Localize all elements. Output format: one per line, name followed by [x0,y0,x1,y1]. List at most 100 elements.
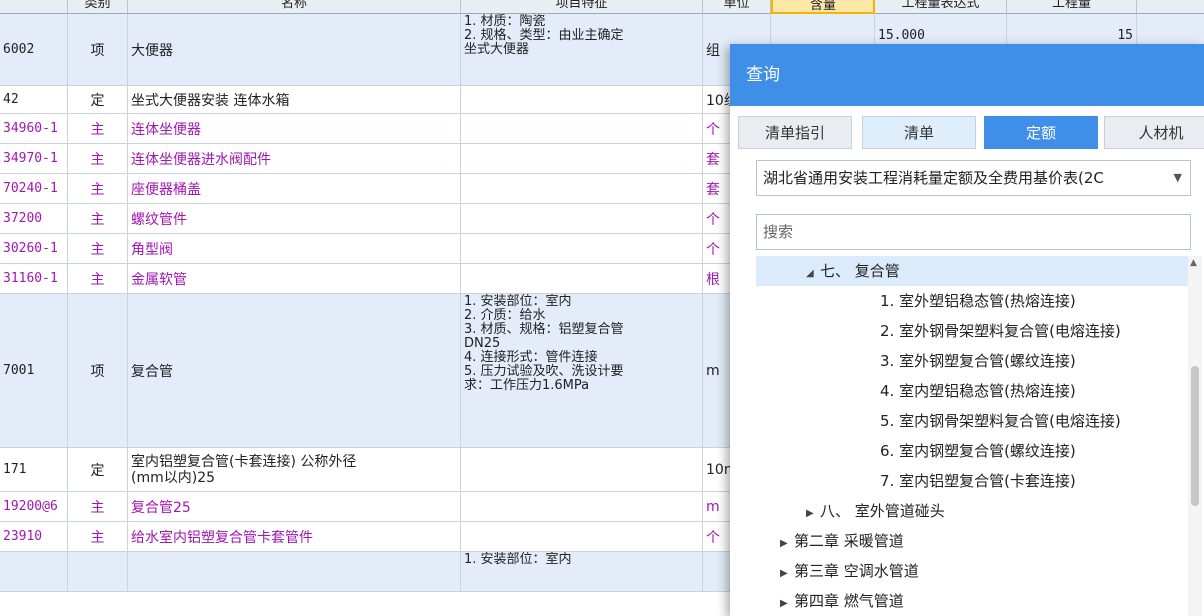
cell-feature[interactable] [461,264,703,293]
cell-type[interactable]: 主 [68,522,128,551]
tree-node-label: 八、 室外管道碰头 [820,502,945,520]
cell-name[interactable]: 复合管25 [128,492,461,521]
cell-name[interactable]: 连体坐便器 [128,114,461,143]
tree-node[interactable]: 3. 室外钢塑复合管(螺纹连接) [756,346,1191,376]
tree-node-label: 3. 室外钢塑复合管(螺纹连接) [880,352,1076,370]
tree-node-label: 6. 室内钢塑复合管(螺纹连接) [880,442,1076,460]
cell-name[interactable]: 连体坐便器进水阀配件 [128,144,461,173]
quota-tree: ◢ 七、 复合管 1. 室外塑铝稳态管(热熔连接) 2. 室外钢骨架塑料复合管(电熔连… [756,256,1191,616]
header-features[interactable]: 项目特征 [461,0,703,14]
cell-code[interactable]: 23910 [0,522,68,551]
query-dialog[interactable]: 查询 清单指引 清单 定额 人材机 湖北省通用安装工程消耗量定额及全费用基价表(… [730,44,1204,616]
cell-type[interactable]: 项 [68,294,128,447]
chevron-down-icon[interactable]: ▼ [1174,161,1182,195]
cell-feature[interactable] [461,174,703,203]
cell-type[interactable]: 主 [68,264,128,293]
tree-node[interactable]: ▶ 第三章 空调水管道 [756,556,1191,586]
cell-code[interactable]: 30260-1 [0,234,68,263]
cell-feature[interactable]: 1. 安装部位：室内 [461,552,703,591]
cell-name[interactable]: 螺纹管件 [128,204,461,233]
search-input[interactable]: 搜索 [756,214,1191,250]
cell-type[interactable]: 主 [68,174,128,203]
caret-collapsed-icon[interactable]: ▶ [806,499,820,529]
cell-feature[interactable] [461,204,703,233]
caret-expanded-icon[interactable]: ◢ [806,259,820,289]
cell-name[interactable]: 坐式大便器安装 连体水箱 [128,86,461,113]
cell-type[interactable]: 主 [68,204,128,233]
cell-code[interactable]: 34970-1 [0,144,68,173]
cell-type[interactable]: 定 [68,448,128,491]
tree-node[interactable]: 7. 室内铝塑复合管(卡套连接) [756,466,1191,496]
tab-list-guide[interactable]: 清单指引 [738,116,852,149]
scroll-thumb[interactable] [1191,366,1199,506]
tree-scrollbar[interactable]: ▲ [1188,256,1202,616]
tree-node-label: 第四章 燃气管道 [794,592,904,610]
tree-node-label: 1. 室外塑铝稳态管(热熔连接) [880,292,1076,310]
cell-name[interactable] [128,552,461,591]
cell-feature[interactable] [461,492,703,521]
header-eng-qty[interactable]: 工程量 [1007,0,1137,14]
cell-code[interactable]: 171 [0,448,68,491]
cell-name[interactable]: 复合管 [128,294,461,447]
tree-node[interactable]: 2. 室外钢骨架塑料复合管(电熔连接) [756,316,1191,346]
header-eng-expr[interactable]: 工程量表达式 [875,0,1007,14]
cell-type[interactable]: 主 [68,492,128,521]
cell-feature[interactable] [461,448,703,491]
cell-type[interactable]: 主 [68,234,128,263]
tree-node[interactable]: 5. 室内钢骨架塑料复合管(电熔连接) [756,406,1191,436]
cell-name[interactable]: 角型阀 [128,234,461,263]
cell-name[interactable]: 大便器 [128,14,461,85]
header-unit[interactable]: 单位 [703,0,771,14]
quota-library-select[interactable]: 湖北省通用安装工程消耗量定额及全费用基价表(2C ▼ [756,160,1191,196]
cell-code[interactable]: 7001 [0,294,68,447]
cell-feature[interactable] [461,522,703,551]
tree-node-label: 2. 室外钢骨架塑料复合管(电熔连接) [880,322,1121,340]
cell-code[interactable]: 42 [0,86,68,113]
caret-collapsed-icon[interactable]: ▶ [780,559,794,589]
cell-name[interactable]: 室内铝塑复合管(卡套连接) 公称外径 (mm以内)25 [128,448,461,491]
tree-node[interactable]: ◢ 七、 复合管 [756,256,1191,286]
header-code [0,0,68,14]
cell-code[interactable]: 34960-1 [0,114,68,143]
tree-node[interactable]: 6. 室内钢塑复合管(螺纹连接) [756,436,1191,466]
tree-node[interactable]: 4. 室内塑铝稳态管(热熔连接) [756,376,1191,406]
caret-collapsed-icon[interactable]: ▶ [780,529,794,559]
cell-type[interactable]: 定 [68,86,128,113]
header-type[interactable]: 类别 [68,0,128,14]
tree-node-label: 七、 复合管 [820,262,900,280]
tree-node[interactable]: 1. 室外塑铝稳态管(热熔连接) [756,286,1191,316]
scroll-up-icon[interactable]: ▲ [1190,258,1197,268]
cell-feature[interactable] [461,144,703,173]
cell-feature[interactable]: 1. 安装部位：室内 2. 介质：给水 3. 材质、规格：铝塑复合管 DN25 … [461,294,703,447]
cell-code[interactable]: 70240-1 [0,174,68,203]
tree-node[interactable]: ▶ 第四章 燃气管道 [756,586,1191,616]
header-more[interactable] [1137,0,1204,14]
cell-name[interactable]: 金属软管 [128,264,461,293]
cell-code[interactable] [0,552,68,591]
tree-node-label: 4. 室内塑铝稳态管(热熔连接) [880,382,1076,400]
header-name[interactable]: 名称 [128,0,461,14]
tree-node[interactable]: ▶ 八、 室外管道碰头 [756,496,1191,526]
dialog-title[interactable]: 查询 [730,44,1204,106]
caret-collapsed-icon[interactable]: ▶ [780,589,794,616]
cell-type[interactable]: 项 [68,14,128,85]
cell-feature[interactable]: 1. 材质：陶瓷 2. 规格、类型：由业主确定 坐式大便器 [461,14,703,85]
cell-feature[interactable] [461,86,703,113]
cell-type[interactable] [68,552,128,591]
cell-feature[interactable] [461,114,703,143]
tab-list[interactable]: 清单 [862,116,976,149]
tab-labor-material[interactable]: 人材机 [1104,116,1204,149]
tab-quota[interactable]: 定额 [984,116,1098,149]
cell-code[interactable]: 37200 [0,204,68,233]
cell-name[interactable]: 给水室内铝塑复合管卡套管件 [128,522,461,551]
cell-type[interactable]: 主 [68,144,128,173]
cell-feature[interactable] [461,234,703,263]
tree-node-label: 7. 室内铝塑复合管(卡套连接) [880,472,1076,490]
cell-code[interactable]: 19200@6 [0,492,68,521]
cell-code[interactable]: 6002 [0,14,68,85]
cell-code[interactable]: 31160-1 [0,264,68,293]
header-qty[interactable]: 含量 [771,0,875,14]
tree-node[interactable]: ▶ 第二章 采暖管道 [756,526,1191,556]
cell-name[interactable]: 座便器桶盖 [128,174,461,203]
cell-type[interactable]: 主 [68,114,128,143]
